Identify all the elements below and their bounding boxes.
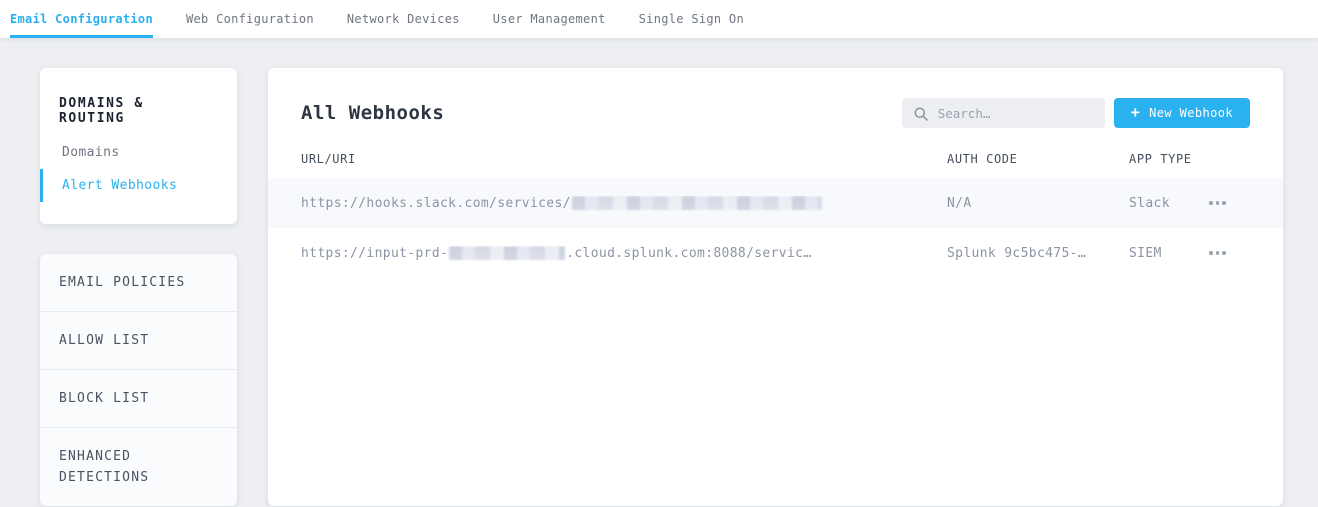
sidebar-item-email-policies[interactable]: EMAIL POLICIES <box>40 254 237 311</box>
tab-web-configuration[interactable]: Web Configuration <box>186 0 314 38</box>
row-actions-menu-button[interactable] <box>1207 247 1228 259</box>
sidebar-item-enhanced-detections[interactable]: ENHANCED DETECTIONS <box>40 427 237 506</box>
url-prefix: https://hooks.slack.com/services/ <box>301 196 571 211</box>
sidebar-item-domains[interactable]: Domains <box>40 136 237 169</box>
page-title: All Webhooks <box>301 102 444 124</box>
redacted-url-segment <box>572 196 822 210</box>
auth-code-cell: Splunk 9c5bc475-… <box>947 246 1129 261</box>
header-actions: + New Webhook <box>902 98 1250 128</box>
column-header-auth-code: AUTH CODE <box>947 152 1129 166</box>
webhooks-panel: All Webhooks + New Webhook <box>268 68 1283 506</box>
new-webhook-button[interactable]: + New Webhook <box>1114 98 1250 128</box>
column-header-url: URL/URI <box>301 152 947 166</box>
auth-code-cell: N/A <box>947 196 1129 211</box>
url-suffix: .cloud.splunk.com:8088/servic… <box>566 246 811 261</box>
webhook-url: https://hooks.slack.com/services/ <box>301 196 947 211</box>
webhooks-header: All Webhooks + New Webhook <box>268 68 1283 152</box>
sidebar-item-alert-webhooks[interactable]: Alert Webhooks <box>40 169 237 202</box>
top-nav: Email Configuration Web Configuration Ne… <box>0 0 1318 38</box>
page-content: DOMAINS & ROUTING Domains Alert Webhooks… <box>0 38 1318 506</box>
tab-single-sign-on[interactable]: Single Sign On <box>639 0 744 38</box>
tab-email-configuration[interactable]: Email Configuration <box>10 0 153 38</box>
policy-sections-card: EMAIL POLICIES ALLOW LIST BLOCK LIST ENH… <box>40 254 237 506</box>
plus-icon: + <box>1131 105 1140 120</box>
table-row: https://hooks.slack.com/services/ N/A Sl… <box>268 178 1283 228</box>
sidebar-item-allow-list[interactable]: ALLOW LIST <box>40 311 237 369</box>
sidebar: DOMAINS & ROUTING Domains Alert Webhooks… <box>40 68 237 506</box>
sidebar-item-block-list[interactable]: BLOCK LIST <box>40 369 237 427</box>
url-prefix: https://input-prd- <box>301 246 448 261</box>
new-webhook-label: New Webhook <box>1149 106 1233 120</box>
redacted-url-segment <box>449 246 565 260</box>
search-input[interactable] <box>902 98 1105 128</box>
webhook-url: https://input-prd- .cloud.splunk.com:808… <box>301 246 947 261</box>
column-header-app-type: APP TYPE <box>1129 152 1207 166</box>
app-type-cell: SIEM <box>1129 246 1207 261</box>
app-type-cell: Slack <box>1129 196 1207 211</box>
domains-routing-title: DOMAINS & ROUTING <box>40 88 237 136</box>
domains-routing-card: DOMAINS & ROUTING Domains Alert Webhooks <box>40 68 237 224</box>
tab-network-devices[interactable]: Network Devices <box>347 0 460 38</box>
search-box <box>902 98 1105 128</box>
table-header: URL/URI AUTH CODE APP TYPE <box>268 152 1283 178</box>
row-actions-menu-button[interactable] <box>1207 197 1228 209</box>
tab-user-management[interactable]: User Management <box>493 0 606 38</box>
table-row: https://input-prd- .cloud.splunk.com:808… <box>268 228 1283 278</box>
